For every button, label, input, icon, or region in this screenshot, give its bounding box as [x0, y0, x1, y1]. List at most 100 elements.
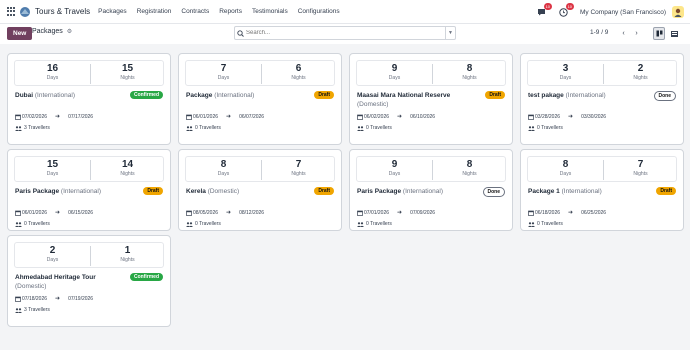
kanban-icon [656, 30, 662, 37]
date-range: 06/01/2026 ➜ 06/07/2026 [186, 113, 264, 120]
menu-contracts[interactable]: Contracts [181, 8, 209, 15]
users-icon [357, 125, 364, 131]
company-switcher[interactable]: My Company (San Francisco) [580, 9, 666, 16]
package-name: Package 1 [528, 188, 560, 195]
nights-stat: 6 Nights [261, 63, 336, 82]
nights-stat: 1 Nights [90, 245, 165, 264]
travellers: 0 Travellers [15, 221, 50, 227]
days-stat: 9 Days [357, 63, 432, 82]
days-value: 7 [220, 63, 227, 74]
days-label: Days [388, 75, 401, 81]
calendar-icon [528, 114, 534, 120]
start-date: 07/02/2026 [22, 113, 48, 120]
list-icon [670, 30, 678, 37]
nights-value: 14 [121, 159, 134, 170]
app-name[interactable]: Tours & Travels [35, 7, 90, 16]
date-range: 08/05/2026 ➜ 08/12/2026 [186, 209, 264, 216]
gear-icon[interactable]: ⚙ [67, 28, 72, 35]
end-date: 06/10/2026 [410, 113, 436, 120]
nights-value: 8 [466, 159, 473, 170]
travellers-count: 0 Travellers [366, 125, 392, 131]
package-card[interactable]: 9 Days 8 Nights Paris Package (Internati… [349, 149, 513, 231]
nights-label: Nights [291, 75, 306, 81]
package-name: Ahmedabad Heritage Tour [15, 274, 96, 281]
start-date: 08/05/2026 [193, 209, 219, 216]
arrow-right-icon: ➜ [568, 210, 574, 216]
menu-packages[interactable]: Packages [98, 8, 127, 15]
pager-previous-button[interactable]: ‹ [618, 27, 629, 40]
status-badge: Draft [485, 91, 505, 99]
package-category: (Domestic) [15, 283, 47, 290]
systray: 10 10 My Company (San Francisco) [536, 0, 684, 24]
users-icon [15, 221, 22, 227]
package-title: Package 1 (International) [528, 187, 638, 196]
package-card[interactable]: 8 Days 7 Nights Package 1 (International… [520, 149, 684, 231]
package-card[interactable]: 3 Days 2 Nights test pakage (Internation… [520, 53, 684, 145]
nights-label: Nights [462, 171, 477, 177]
nights-label: Nights [120, 171, 135, 177]
package-card[interactable]: 9 Days 8 Nights Maasai Mara National Res… [349, 53, 513, 145]
menu-configurations[interactable]: Configurations [298, 8, 340, 15]
calendar-icon [186, 114, 192, 120]
nights-label: Nights [633, 171, 648, 177]
pager-next-button[interactable]: › [631, 27, 642, 40]
pager-value[interactable]: 1-9 / 9 [590, 29, 608, 36]
package-card[interactable]: 7 Days 6 Nights Package (International) … [178, 53, 342, 145]
activity-clock-icon[interactable]: 10 [558, 3, 575, 17]
days-stat: 16 Days [15, 63, 90, 82]
days-label: Days [46, 75, 59, 81]
days-label: Days [217, 171, 230, 177]
duration-box: 9 Days 8 Nights [356, 156, 506, 182]
date-range: 07/02/2026 ➜ 07/17/2026 [15, 113, 93, 120]
breadcrumb: Packages ⚙ [32, 28, 72, 35]
menu-testimonials[interactable]: Testimonials [252, 8, 288, 15]
duration-box: 9 Days 8 Nights [356, 60, 506, 86]
days-label: Days [559, 75, 572, 81]
package-card[interactable]: 2 Days 1 Nights Ahmedabad Heritage Tour … [7, 235, 171, 327]
new-button[interactable]: New [7, 27, 33, 40]
users-icon [357, 221, 364, 227]
search-options-toggle[interactable]: ▼ [445, 27, 455, 39]
users-icon [186, 125, 193, 131]
end-date: 07/17/2026 [68, 113, 94, 120]
travellers-count: 3 Travellers [24, 125, 50, 131]
package-title: Ahmedabad Heritage Tour (Domestic) [15, 273, 125, 291]
days-value: 15 [46, 159, 59, 170]
kanban-view-button[interactable] [653, 27, 665, 40]
travellers: 0 Travellers [186, 221, 221, 227]
travellers: 0 Travellers [186, 125, 221, 131]
start-date: 06/01/2026 [193, 113, 219, 120]
search-input[interactable] [246, 30, 445, 36]
travellers: 0 Travellers [357, 125, 392, 131]
chat-icon[interactable]: 10 [536, 3, 553, 17]
package-category: (Domestic) [207, 188, 240, 195]
travellers: 3 Travellers [15, 125, 50, 131]
travellers-count: 0 Travellers [537, 125, 563, 131]
package-title: Paris Package (International) [15, 187, 125, 196]
menu-reports[interactable]: Reports [219, 8, 242, 15]
calendar-icon [186, 210, 192, 216]
arrow-right-icon: ➜ [397, 114, 403, 120]
menu-registration[interactable]: Registration [137, 8, 172, 15]
apps-menu-icon[interactable] [7, 6, 17, 17]
calendar-icon [15, 114, 21, 120]
package-card[interactable]: 15 Days 14 Nights Paris Package (Interna… [7, 149, 171, 231]
page-title: Packages [32, 28, 63, 35]
calendar-icon [357, 114, 363, 120]
duration-box: 2 Days 1 Nights [14, 242, 164, 268]
travellers-count: 0 Travellers [195, 125, 221, 131]
package-card[interactable]: 8 Days 7 Nights Kerela (Domestic) Draft … [178, 149, 342, 231]
travellers: 0 Travellers [357, 221, 392, 227]
status-badge: Draft [656, 187, 676, 195]
travellers-count: 0 Travellers [24, 221, 50, 227]
start-date: 07/18/2026 [22, 295, 48, 302]
end-date: 06/15/2026 [68, 209, 94, 216]
user-avatar[interactable] [672, 6, 684, 18]
package-category: (International) [402, 188, 444, 195]
days-value: 8 [562, 159, 569, 170]
package-category: (International) [34, 92, 75, 99]
days-value: 8 [220, 159, 227, 170]
list-view-button[interactable] [668, 27, 680, 40]
travellers-count: 0 Travellers [195, 221, 221, 227]
package-card[interactable]: 16 Days 15 Nights Dubai (International) … [7, 53, 171, 145]
